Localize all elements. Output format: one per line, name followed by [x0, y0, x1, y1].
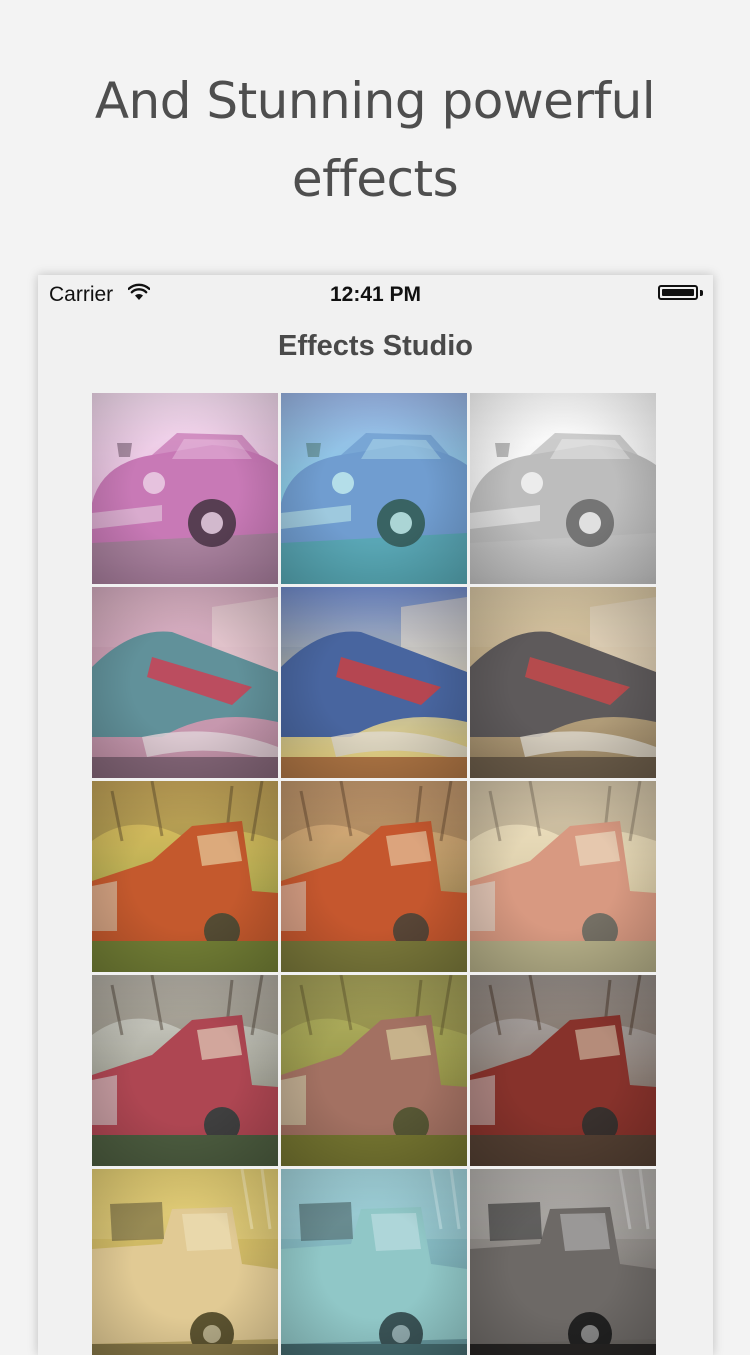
nav-title: Effects Studio: [278, 330, 473, 362]
status-time: 12:41 PM: [329, 283, 422, 306]
effect-thumbnail[interactable]: [92, 1169, 278, 1355]
effect-thumbnail[interactable]: [470, 393, 656, 584]
vignette-overlay: [92, 587, 278, 778]
vignette-overlay: [281, 393, 467, 584]
device-frame: Carrier 12:41 PM Effects Studio: [38, 275, 713, 1355]
effect-thumbnail[interactable]: [92, 393, 278, 584]
effect-thumbnail[interactable]: [281, 393, 467, 584]
effect-thumbnail[interactable]: [281, 1169, 467, 1355]
vignette-overlay: [92, 975, 278, 1166]
vignette-overlay: [92, 393, 278, 584]
vignette-overlay: [281, 975, 467, 1166]
effect-thumbnail[interactable]: [92, 975, 278, 1166]
effect-thumbnail[interactable]: [470, 781, 656, 972]
effect-thumbnail[interactable]: [281, 781, 467, 972]
effects-grid: [92, 393, 658, 1355]
vignette-overlay: [470, 587, 656, 778]
vignette-overlay: [470, 1169, 656, 1355]
effect-thumbnail[interactable]: [281, 587, 467, 778]
status-bar: Carrier 12:41 PM: [38, 275, 713, 315]
vignette-overlay: [281, 1169, 467, 1355]
vignette-overlay: [281, 587, 467, 778]
effect-thumbnail[interactable]: [470, 587, 656, 778]
effect-thumbnail[interactable]: [281, 975, 467, 1166]
battery-cap: [700, 290, 703, 296]
vignette-overlay: [92, 1169, 278, 1355]
vignette-overlay: [92, 781, 278, 972]
battery-fill: [662, 289, 694, 296]
battery-icon: [658, 285, 698, 300]
vignette-overlay: [470, 393, 656, 584]
effect-thumbnail[interactable]: [470, 975, 656, 1166]
marketing-headline: And Stunning powerful effects: [94, 72, 656, 208]
vignette-overlay: [281, 781, 467, 972]
effect-thumbnail[interactable]: [470, 1169, 656, 1355]
effect-thumbnail[interactable]: [92, 587, 278, 778]
effect-thumbnail[interactable]: [92, 781, 278, 972]
vignette-overlay: [470, 975, 656, 1166]
vignette-overlay: [470, 781, 656, 972]
